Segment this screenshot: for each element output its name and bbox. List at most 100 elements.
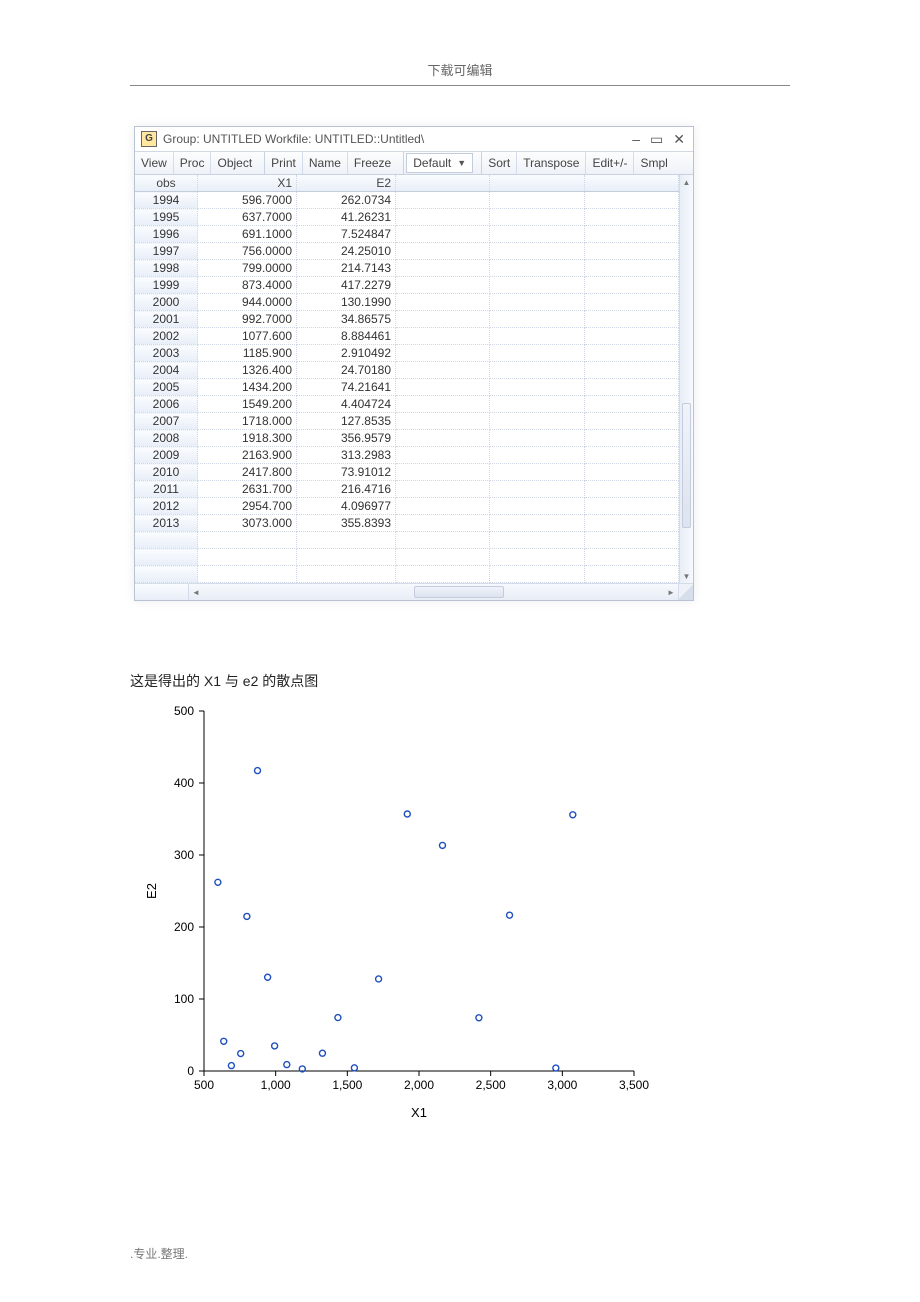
cell-e2[interactable]: 4.404724 xyxy=(297,396,396,413)
cell-e2[interactable]: 41.26231 xyxy=(297,209,396,226)
cell-empty[interactable] xyxy=(198,549,297,566)
object-button[interactable]: Object xyxy=(211,152,258,174)
cell-empty[interactable] xyxy=(396,498,490,515)
table-row[interactable]: 1995637.700041.26231 xyxy=(135,209,679,226)
cell-empty[interactable] xyxy=(584,294,678,311)
cell-empty[interactable] xyxy=(490,328,584,345)
cell-obs[interactable] xyxy=(135,532,198,549)
cell-empty[interactable] xyxy=(490,294,584,311)
name-button[interactable]: Name xyxy=(303,152,348,174)
cell-x1[interactable]: 1549.200 xyxy=(198,396,297,413)
horizontal-scrollbar[interactable]: ◄ ► xyxy=(189,584,679,600)
cell-empty[interactable] xyxy=(584,226,678,243)
cell-obs[interactable]: 2001 xyxy=(135,311,198,328)
table-row[interactable]: 1999873.4000417.2279 xyxy=(135,277,679,294)
cell-obs[interactable] xyxy=(135,566,198,583)
cell-empty[interactable] xyxy=(198,532,297,549)
cell-e2[interactable]: 417.2279 xyxy=(297,277,396,294)
cell-empty[interactable] xyxy=(584,192,678,209)
cell-empty[interactable] xyxy=(584,464,678,481)
cell-empty[interactable] xyxy=(584,447,678,464)
cell-empty[interactable] xyxy=(396,430,490,447)
cell-e2[interactable]: 8.884461 xyxy=(297,328,396,345)
cell-e2[interactable]: 73.91012 xyxy=(297,464,396,481)
cell-empty[interactable] xyxy=(584,209,678,226)
cell-e2[interactable]: 34.86575 xyxy=(297,311,396,328)
cell-e2[interactable]: 74.21641 xyxy=(297,379,396,396)
cell-empty[interactable] xyxy=(584,311,678,328)
cell-empty[interactable] xyxy=(490,532,584,549)
cell-empty[interactable] xyxy=(396,464,490,481)
cell-empty[interactable] xyxy=(490,481,584,498)
cell-x1[interactable]: 944.0000 xyxy=(198,294,297,311)
cell-empty[interactable] xyxy=(396,515,490,532)
cell-obs[interactable]: 1998 xyxy=(135,260,198,277)
cell-obs[interactable]: 2003 xyxy=(135,345,198,362)
cell-empty[interactable] xyxy=(490,396,584,413)
cell-x1[interactable]: 1718.000 xyxy=(198,413,297,430)
cell-empty[interactable] xyxy=(584,413,678,430)
cell-empty[interactable] xyxy=(396,311,490,328)
vertical-scrollbar[interactable]: ▲ ▼ xyxy=(679,175,693,583)
cell-x1[interactable]: 2417.800 xyxy=(198,464,297,481)
cell-empty[interactable] xyxy=(584,481,678,498)
table-row[interactable]: 2001992.700034.86575 xyxy=(135,311,679,328)
cell-empty[interactable] xyxy=(490,311,584,328)
cell-empty[interactable] xyxy=(490,277,584,294)
cell-e2[interactable]: 7.524847 xyxy=(297,226,396,243)
cell-empty[interactable] xyxy=(297,566,396,583)
table-row[interactable]: 20081918.300356.9579 xyxy=(135,430,679,447)
print-button[interactable]: Print xyxy=(265,152,303,174)
cell-empty[interactable] xyxy=(396,566,490,583)
col-header-e2[interactable]: E2 xyxy=(297,175,396,192)
cell-empty[interactable] xyxy=(396,362,490,379)
scroll-left-icon[interactable]: ◄ xyxy=(189,584,203,600)
maximize-icon[interactable]: ▭ xyxy=(650,131,663,148)
cell-x1[interactable]: 873.4000 xyxy=(198,277,297,294)
cell-obs[interactable]: 1997 xyxy=(135,243,198,260)
cell-empty[interactable] xyxy=(396,209,490,226)
cell-empty[interactable] xyxy=(584,549,678,566)
cell-obs[interactable]: 2011 xyxy=(135,481,198,498)
cell-empty[interactable] xyxy=(490,226,584,243)
cell-empty[interactable] xyxy=(584,277,678,294)
table-row[interactable]: 20071718.000127.8535 xyxy=(135,413,679,430)
transpose-button[interactable]: Transpose xyxy=(517,152,586,174)
cell-obs[interactable]: 1999 xyxy=(135,277,198,294)
cell-empty[interactable] xyxy=(584,379,678,396)
cell-empty[interactable] xyxy=(584,362,678,379)
cell-empty[interactable] xyxy=(584,430,678,447)
table-row[interactable]: 20061549.2004.404724 xyxy=(135,396,679,413)
cell-empty[interactable] xyxy=(396,413,490,430)
cell-obs[interactable]: 1994 xyxy=(135,192,198,209)
cell-empty[interactable] xyxy=(490,379,584,396)
cell-e2[interactable]: 262.0734 xyxy=(297,192,396,209)
close-icon[interactable]: ✕ xyxy=(673,131,685,148)
smpl-button[interactable]: Smpl xyxy=(634,152,673,174)
cell-empty[interactable] xyxy=(396,379,490,396)
cell-empty[interactable] xyxy=(490,209,584,226)
table-row[interactable]: 2000944.0000130.1990 xyxy=(135,294,679,311)
resize-grip-icon[interactable] xyxy=(679,584,693,600)
cell-empty[interactable] xyxy=(396,294,490,311)
scroll-thumb[interactable] xyxy=(682,403,691,527)
cell-empty[interactable] xyxy=(584,515,678,532)
cell-empty[interactable] xyxy=(584,532,678,549)
cell-x1[interactable]: 2954.700 xyxy=(198,498,297,515)
scroll-up-icon[interactable]: ▲ xyxy=(680,175,693,189)
cell-empty[interactable] xyxy=(297,549,396,566)
sort-button[interactable]: Sort xyxy=(482,152,517,174)
cell-empty[interactable] xyxy=(490,413,584,430)
scroll-down-icon[interactable]: ▼ xyxy=(680,569,693,583)
cell-obs[interactable]: 2007 xyxy=(135,413,198,430)
cell-x1[interactable]: 756.0000 xyxy=(198,243,297,260)
cell-e2[interactable]: 355.8393 xyxy=(297,515,396,532)
col-header-x1[interactable]: X1 xyxy=(198,175,297,192)
cell-e2[interactable]: 313.2983 xyxy=(297,447,396,464)
cell-empty[interactable] xyxy=(584,328,678,345)
cell-x1[interactable]: 596.7000 xyxy=(198,192,297,209)
cell-x1[interactable]: 1918.300 xyxy=(198,430,297,447)
cell-e2[interactable]: 130.1990 xyxy=(297,294,396,311)
scroll-thumb-h[interactable] xyxy=(414,586,504,598)
cell-empty[interactable] xyxy=(584,243,678,260)
